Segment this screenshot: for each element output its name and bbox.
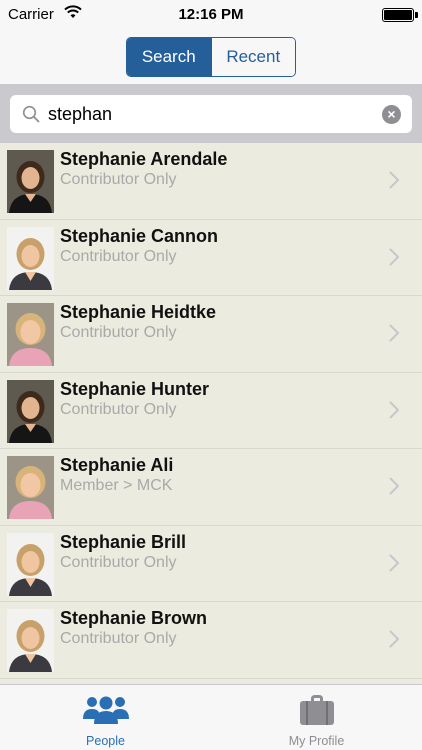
- person-name: Stephanie Brill: [60, 531, 187, 552]
- segment-recent[interactable]: Recent: [210, 38, 295, 76]
- person-name: Stephanie Heidtke: [60, 302, 217, 322]
- navigation-bar: Search Recent: [0, 30, 422, 85]
- tab-people-label: People: [86, 734, 125, 748]
- people-icon: [0, 693, 211, 727]
- battery-icon: [382, 8, 414, 22]
- person-row[interactable]: Stephanie Brown Contributor Only: [0, 602, 422, 679]
- tab-people[interactable]: People: [0, 685, 211, 750]
- clock: 12:16 PM: [178, 6, 244, 23]
- person-name: Stephanie Brown: [60, 608, 208, 628]
- person-name: Stephanie Hunter: [60, 378, 210, 399]
- battery-tip: [415, 12, 418, 18]
- status-bar: Carrier 12:16 PM: [0, 0, 422, 30]
- person-name: Stephanie Cannon: [60, 225, 219, 246]
- chevron-right-icon: [389, 324, 400, 347]
- person-name: Stephanie Arendale: [60, 149, 228, 169]
- clear-search-icon[interactable]: ×: [382, 105, 401, 124]
- person-photo: [7, 456, 54, 519]
- person-row[interactable]: Stephanie Hunter Contributor Only: [0, 373, 422, 449]
- briefcase-icon: [211, 693, 422, 727]
- person-photo: [7, 303, 54, 366]
- person-role: Contributor Only: [60, 247, 177, 265]
- person-photo: [7, 379, 54, 443]
- person-role: Contributor Only: [60, 630, 177, 647]
- person-photo: [7, 532, 54, 596]
- person-name: Stephanie Ali: [60, 455, 174, 475]
- people-list: Stephanie Arendale Contributor Only Stepha…: [0, 143, 422, 684]
- person-role: Contributor Only: [60, 400, 177, 418]
- person-row[interactable]: Stephanie Brill Contributor Only: [0, 526, 422, 602]
- person-row[interactable]: Stephanie Ali Member > MCK: [0, 449, 422, 526]
- chevron-right-icon: [389, 248, 400, 271]
- search-field-container[interactable]: ×: [10, 95, 412, 133]
- person-photo: [7, 150, 54, 213]
- chevron-right-icon: [389, 477, 400, 500]
- tab-my-profile-label: My Profile: [288, 734, 345, 748]
- tab-my-profile[interactable]: My Profile: [211, 685, 422, 750]
- person-role: Contributor Only: [60, 553, 177, 571]
- person-row[interactable]: Stephanie Heidtke Contributor Only: [0, 296, 422, 373]
- search-icon: [22, 105, 40, 128]
- person-role: Contributor Only: [60, 324, 177, 341]
- person-row[interactable]: Stephanie Arendale Contributor Only: [0, 143, 422, 220]
- person-photo: [7, 226, 54, 290]
- search-recent-segmented-control: Search Recent: [126, 37, 296, 77]
- person-role: Member > MCK: [60, 477, 173, 494]
- person-row[interactable]: Stephanie Cannon Contributor Only: [0, 220, 422, 296]
- chevron-right-icon: [389, 401, 400, 424]
- search-input[interactable]: [48, 95, 368, 133]
- segment-search[interactable]: Search: [127, 38, 211, 76]
- search-bar: ×: [0, 85, 422, 143]
- chevron-right-icon: [389, 171, 400, 194]
- person-role: Contributor Only: [60, 171, 177, 188]
- chevron-right-icon: [389, 554, 400, 577]
- person-photo: [7, 609, 54, 672]
- tab-bar: People My Profile: [0, 684, 422, 750]
- chevron-right-icon: [389, 630, 400, 653]
